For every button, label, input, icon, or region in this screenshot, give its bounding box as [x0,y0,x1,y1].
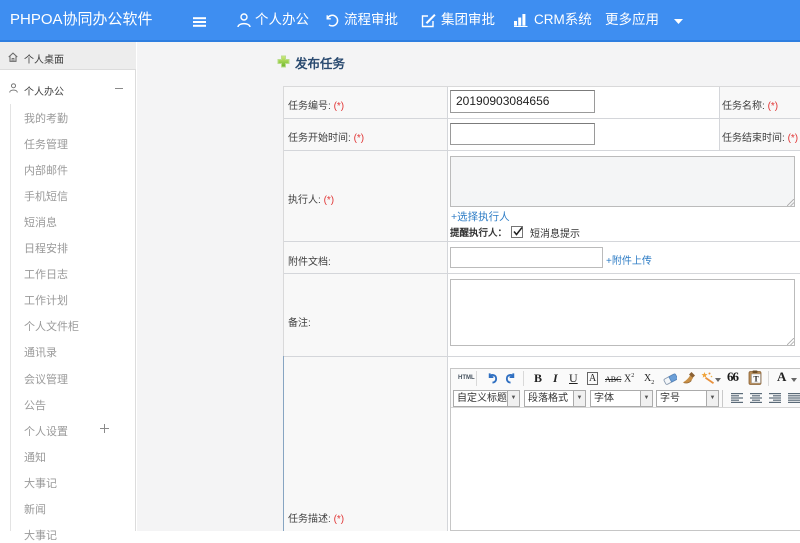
svg-text:T: T [753,375,759,384]
